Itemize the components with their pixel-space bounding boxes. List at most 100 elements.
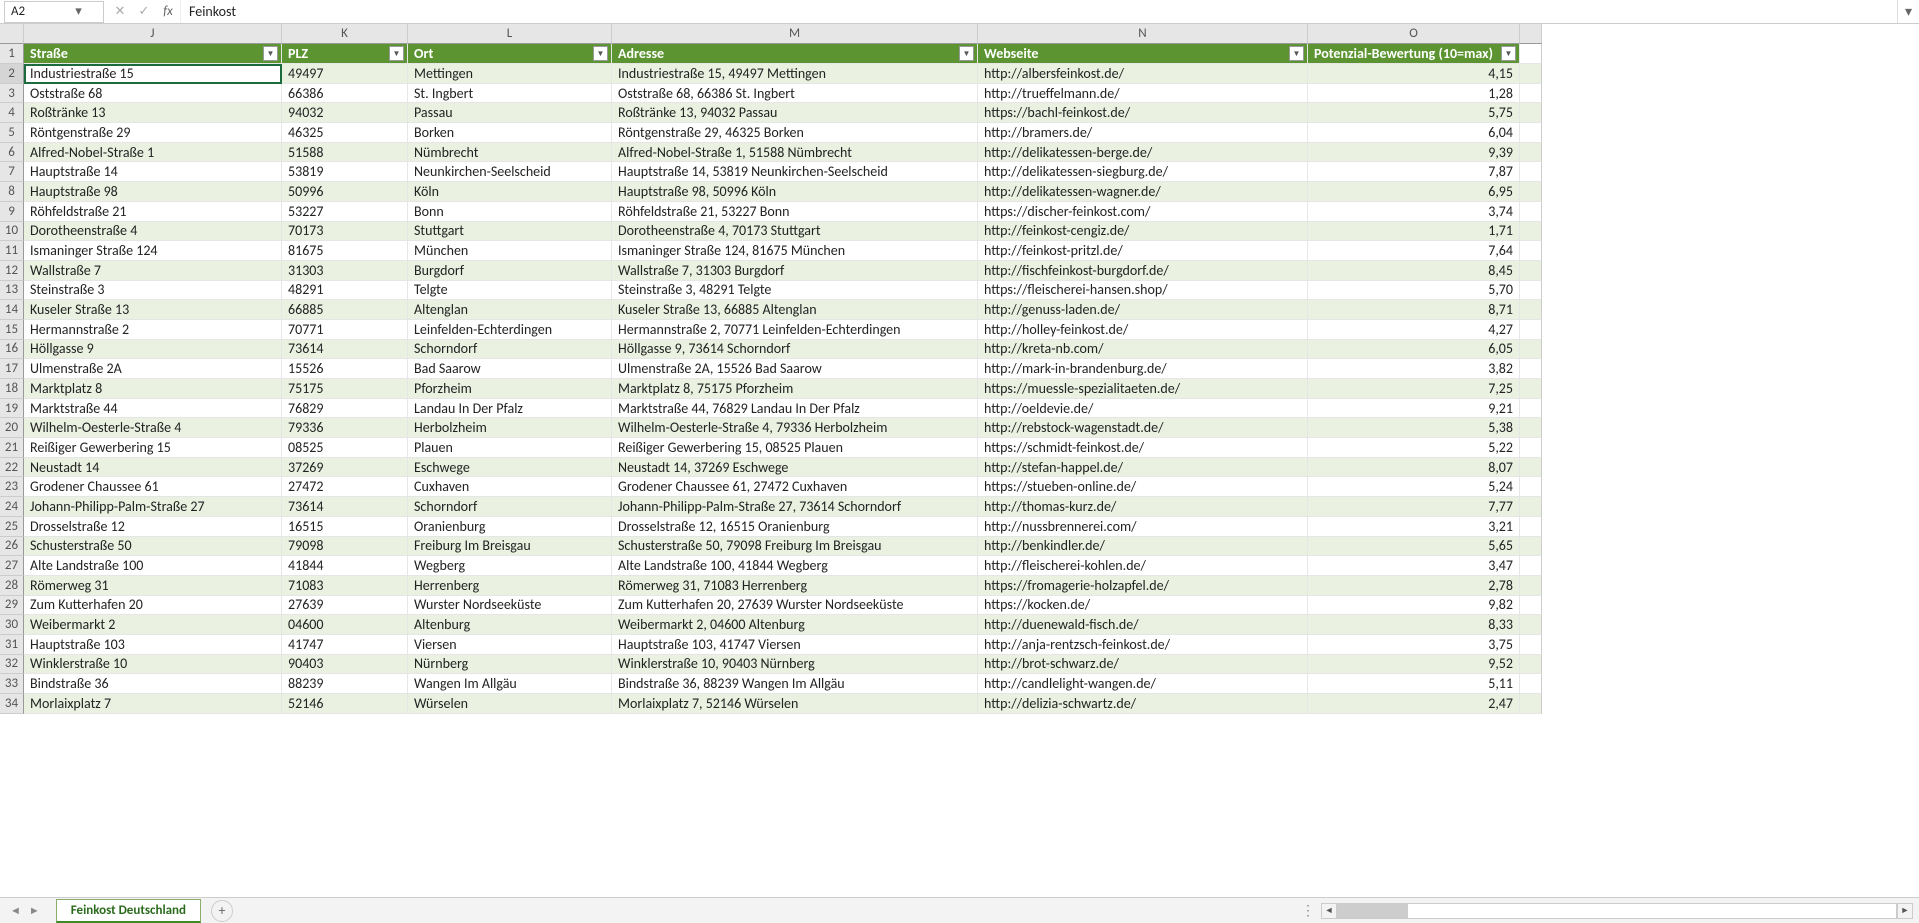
cell-empty[interactable]: [1520, 477, 1542, 497]
cell-bewertung[interactable]: 7,25: [1308, 379, 1520, 399]
cell-adresse[interactable]: Neustadt 14, 37269 Eschwege: [612, 458, 978, 478]
cell-strasse[interactable]: Bindstraße 36: [24, 674, 282, 694]
row-header-21[interactable]: 21: [0, 438, 24, 458]
cell-empty[interactable]: [1520, 300, 1542, 320]
cell-strasse[interactable]: Neustadt 14: [24, 458, 282, 478]
horizontal-scrollbar[interactable]: [1337, 903, 1897, 919]
cell-empty[interactable]: [1520, 261, 1542, 281]
cell-empty[interactable]: [1520, 458, 1542, 478]
row-header-6[interactable]: 6: [0, 143, 24, 163]
cell-webseite[interactable]: http://candlelight-wangen.de/: [978, 674, 1308, 694]
row-header-31[interactable]: 31: [0, 635, 24, 655]
cell-bewertung[interactable]: 3,21: [1308, 517, 1520, 537]
cell-strasse[interactable]: Oststraße 68: [24, 84, 282, 104]
tab-split-handle[interactable]: ⋮: [1297, 902, 1321, 919]
cell-webseite[interactable]: http://delikatessen-wagner.de/: [978, 182, 1308, 202]
cell-strasse[interactable]: Industriestraße 15: [24, 64, 282, 84]
cell-plz[interactable]: 51588: [282, 143, 408, 163]
cell-empty[interactable]: [1520, 123, 1542, 143]
row-header-25[interactable]: 25: [0, 517, 24, 537]
cell-adresse[interactable]: Ulmenstraße 2A, 15526 Bad Saarow: [612, 359, 978, 379]
cell-adresse[interactable]: Kuseler Straße 13, 66885 Altenglan: [612, 300, 978, 320]
cell-strasse[interactable]: Ismaninger Straße 124: [24, 241, 282, 261]
row-header-2[interactable]: 2: [0, 64, 24, 84]
row-header-24[interactable]: 24: [0, 497, 24, 517]
row-header-32[interactable]: 32: [0, 655, 24, 675]
cell-webseite[interactable]: http://brot-schwarz.de/: [978, 655, 1308, 675]
cell-plz[interactable]: 81675: [282, 241, 408, 261]
cell-strasse[interactable]: Schusterstraße 50: [24, 537, 282, 557]
cell-strasse[interactable]: Ulmenstraße 2A: [24, 359, 282, 379]
cell-webseite[interactable]: https://discher-feinkost.com/: [978, 202, 1308, 222]
cell-strasse[interactable]: Zum Kutterhafen 20: [24, 596, 282, 616]
column-header-M[interactable]: M: [612, 24, 978, 44]
cell-bewertung[interactable]: 3,74: [1308, 202, 1520, 222]
cell-plz[interactable]: 46325: [282, 123, 408, 143]
cell-strasse[interactable]: Dorotheenstraße 4: [24, 222, 282, 242]
column-header-L[interactable]: L: [408, 24, 612, 44]
row-header-9[interactable]: 9: [0, 202, 24, 222]
cell-bewertung[interactable]: 4,27: [1308, 320, 1520, 340]
cell-webseite[interactable]: https://fleischerei-hansen.shop/: [978, 281, 1308, 301]
cell-strasse[interactable]: Hauptstraße 98: [24, 182, 282, 202]
cell-strasse[interactable]: Weibermarkt 2: [24, 615, 282, 635]
cell-bewertung[interactable]: 9,82: [1308, 596, 1520, 616]
scrollbar-thumb[interactable]: [1338, 904, 1408, 918]
row-header-17[interactable]: 17: [0, 359, 24, 379]
cell-adresse[interactable]: Drosselstraße 12, 16515 Oranienburg: [612, 517, 978, 537]
cell-bewertung[interactable]: 1,28: [1308, 84, 1520, 104]
cell-empty[interactable]: [1520, 320, 1542, 340]
table-header[interactable]: Webseite▼: [978, 44, 1308, 64]
cell-plz[interactable]: 27472: [282, 477, 408, 497]
cell-adresse[interactable]: Röntgenstraße 29, 46325 Borken: [612, 123, 978, 143]
cell-strasse[interactable]: Drosselstraße 12: [24, 517, 282, 537]
cell-empty[interactable]: [1520, 143, 1542, 163]
cell-adresse[interactable]: Höllgasse 9, 73614 Schorndorf: [612, 340, 978, 360]
cell-bewertung[interactable]: 6,04: [1308, 123, 1520, 143]
cell-adresse[interactable]: Hauptstraße 14, 53819 Neunkirchen-Seelsc…: [612, 162, 978, 182]
cell-adresse[interactable]: Schusterstraße 50, 79098 Freiburg Im Bre…: [612, 537, 978, 557]
sheet-tab-active[interactable]: Feinkost Deutschland: [56, 899, 201, 923]
cell-strasse[interactable]: Hauptstraße 14: [24, 162, 282, 182]
cell-empty[interactable]: [1520, 694, 1542, 714]
cell-ort[interactable]: Plauen: [408, 438, 612, 458]
cell-empty[interactable]: [1520, 202, 1542, 222]
cell-ort[interactable]: Wurster Nordseeküste: [408, 596, 612, 616]
cell-bewertung[interactable]: 8,33: [1308, 615, 1520, 635]
cell-ort[interactable]: Mettingen: [408, 64, 612, 84]
cell-webseite[interactable]: https://stueben-online.de/: [978, 477, 1308, 497]
formula-input[interactable]: Feinkost: [180, 0, 1897, 23]
table-header[interactable]: Ort▼: [408, 44, 612, 64]
row-header-3[interactable]: 3: [0, 84, 24, 104]
cell-empty[interactable]: [1520, 241, 1542, 261]
cell-strasse[interactable]: Winklerstraße 10: [24, 655, 282, 675]
table-header[interactable]: PLZ▼: [282, 44, 408, 64]
cell-bewertung[interactable]: 5,11: [1308, 674, 1520, 694]
row-header-27[interactable]: 27: [0, 556, 24, 576]
cell-webseite[interactable]: http://mark-in-brandenburg.de/: [978, 359, 1308, 379]
cell-bewertung[interactable]: 5,24: [1308, 477, 1520, 497]
cell-strasse[interactable]: Reißiger Gewerbering 15: [24, 438, 282, 458]
cell-plz[interactable]: 66386: [282, 84, 408, 104]
cell-ort[interactable]: Freiburg Im Breisgau: [408, 537, 612, 557]
cell-plz[interactable]: 04600: [282, 615, 408, 635]
row-header-8[interactable]: 8: [0, 182, 24, 202]
cell-strasse[interactable]: Marktplatz 8: [24, 379, 282, 399]
cell-strasse[interactable]: Röntgenstraße 29: [24, 123, 282, 143]
cell-ort[interactable]: Würselen: [408, 694, 612, 714]
cell-strasse[interactable]: Hermannstraße 2: [24, 320, 282, 340]
cell-strasse[interactable]: Morlaixplatz 7: [24, 694, 282, 714]
cell-adresse[interactable]: Wallstraße 7, 31303 Burgdorf: [612, 261, 978, 281]
cell-plz[interactable]: 90403: [282, 655, 408, 675]
row-header-16[interactable]: 16: [0, 340, 24, 360]
cell-empty[interactable]: [1520, 655, 1542, 675]
cell-empty[interactable]: [1520, 162, 1542, 182]
cell-plz[interactable]: 15526: [282, 359, 408, 379]
cell-empty[interactable]: [1520, 517, 1542, 537]
cell-ort[interactable]: Herbolzheim: [408, 418, 612, 438]
cell-ort[interactable]: Nürnberg: [408, 655, 612, 675]
filter-icon[interactable]: ▼: [593, 46, 608, 61]
cell-bewertung[interactable]: 6,05: [1308, 340, 1520, 360]
cell-empty[interactable]: [1520, 399, 1542, 419]
cell-webseite[interactable]: http://thomas-kurz.de/: [978, 497, 1308, 517]
